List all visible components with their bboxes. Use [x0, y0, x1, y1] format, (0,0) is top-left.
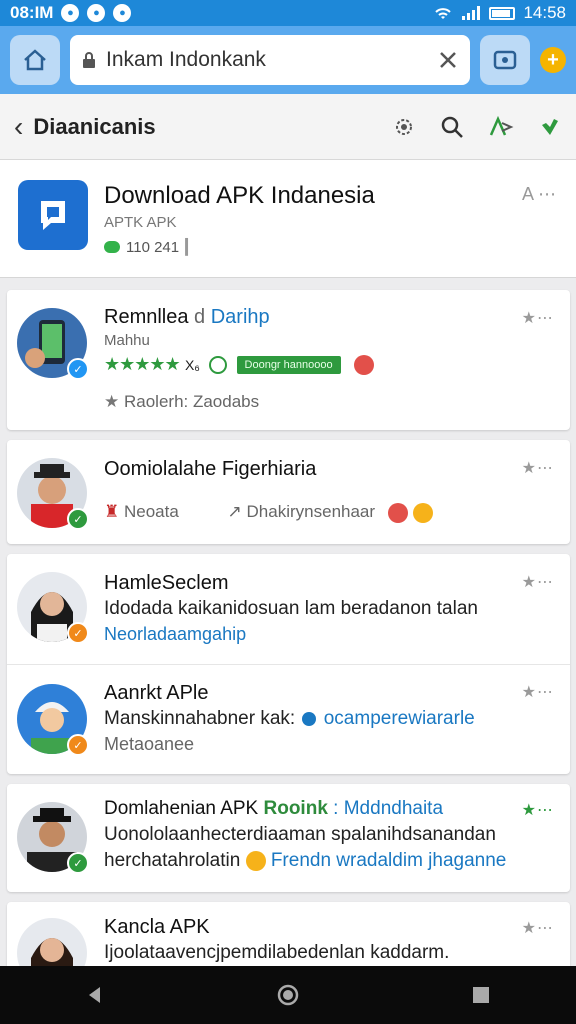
status-time: 08:IM — [10, 3, 54, 22]
emoji-icon — [387, 502, 408, 523]
download-icon — [104, 241, 120, 253]
item-title: Aanrkt APle — [104, 682, 209, 704]
verified-icon: ✓ — [67, 358, 89, 380]
item-menu-button[interactable]: ★⋯ — [522, 308, 554, 328]
item-menu-button[interactable]: ★⋯ — [522, 682, 554, 702]
status-clock: 14:58 — [523, 3, 566, 22]
verified-icon: ✓ — [67, 508, 89, 530]
wifi-icon — [435, 8, 452, 19]
emoji-icon — [245, 850, 266, 871]
back-arrow-icon[interactable]: ‹ — [14, 111, 23, 143]
item-subtitle: Mahhu — [104, 332, 150, 349]
avatar — [17, 918, 87, 966]
list-item[interactable]: ✓ HamleSeclem Idodada kaikanidosuan lam … — [7, 554, 570, 664]
emoji-icon — [353, 354, 374, 375]
page-title: Diaanicanis — [33, 113, 156, 139]
list-group: ✓ HamleSeclem Idodada kaikanidosuan lam … — [7, 554, 570, 774]
item-description: Idodada kaikanidosuan lam beradanon tala… — [104, 598, 478, 619]
item-menu-button[interactable]: ★⋯ — [522, 458, 554, 478]
notification-icon: ● — [87, 4, 106, 22]
battery-icon — [489, 6, 516, 20]
pin-icon: ♜ — [104, 502, 120, 521]
signal-icon — [462, 6, 481, 20]
search-icon[interactable] — [440, 115, 464, 139]
header-menu-button[interactable]: A ⋯ — [522, 184, 556, 205]
share-icon[interactable] — [488, 115, 514, 139]
app-title: Download APK Indanesia — [104, 182, 375, 209]
emoji-icon — [412, 502, 433, 523]
item-title: Domlahenian APK Rooink : Mddndhaita — [104, 798, 444, 819]
app-header-card[interactable]: Download APK Indanesia APTK APK 110 241 … — [0, 160, 576, 278]
home-icon — [24, 49, 46, 71]
app-logo-icon — [18, 180, 88, 250]
rating-stars: ★★★★★ — [104, 354, 181, 374]
item-menu-button[interactable]: ★⋯ — [522, 800, 554, 820]
star-outline-icon: ★ — [104, 392, 120, 411]
status-bar: 08:IM ● ● ● 14:58 — [0, 0, 576, 26]
list-item[interactable]: Kancla APK Ijoolataavencjpemdilabedenlan… — [7, 902, 570, 966]
verified-icon: ✓ — [67, 734, 89, 756]
url-text: Inkam Indonkank — [106, 48, 266, 71]
system-nav-bar — [0, 966, 576, 1024]
item-description: Uonololaanhecterdiaaman spalanihdsananda… — [104, 824, 496, 845]
download-count: 110 241 — [126, 238, 180, 256]
item-description: Ijoolataavencjpemdilabedenlan kaddarm. — [104, 942, 450, 963]
page-toolbar: ‹ Diaanicanis — [0, 94, 576, 160]
item-description: herchatahrolatin Frendn wradaldim jhagan… — [104, 850, 507, 871]
verified-icon: ✓ — [67, 852, 89, 874]
item-menu-button[interactable]: ★⋯ — [522, 572, 554, 592]
list-item[interactable]: ✓ Remnllea d Darihp Mahhu ★★★★★ X₆ Doong… — [7, 290, 570, 430]
lock-icon — [83, 52, 95, 68]
item-menu-button[interactable]: ★⋯ — [522, 918, 554, 938]
address-bar[interactable]: Inkam Indonkank — [70, 35, 470, 85]
rating-row: ★★★★★ X₆ Doongr hannoooo — [104, 354, 374, 376]
tabs-button[interactable] — [480, 35, 530, 85]
tabs-icon — [493, 50, 517, 70]
item-link[interactable]: Neorladaamgahip — [104, 624, 246, 645]
item-meta: ♜ Neoata ↗ Dhakirynsenhaar — [104, 502, 433, 523]
item-description: Manskinnahabner kak: ocamperewiararle — [104, 708, 475, 729]
check-circle-icon — [209, 355, 228, 374]
item-meta: Metaoanee — [104, 734, 195, 754]
verified-icon: ✓ — [67, 622, 89, 644]
notification-icon: ● — [113, 4, 132, 22]
clear-url-icon[interactable] — [438, 50, 458, 70]
list-item[interactable]: ✓ Aanrkt APle Manskinnahabner kak: ocamp… — [7, 664, 570, 774]
home-button[interactable] — [10, 35, 60, 85]
status-badge: Doongr hannoooo — [236, 355, 341, 374]
settings-icon[interactable] — [392, 115, 416, 139]
item-title: Kancla APK — [104, 916, 210, 938]
nav-home-icon[interactable] — [276, 983, 300, 1007]
list-item[interactable]: ✓ Domlahenian APK Rooink : Mddndhaita Uo… — [7, 784, 570, 892]
item-title: HamleSeclem — [104, 572, 229, 594]
notification-icon: ● — [61, 4, 80, 22]
nav-back-icon[interactable] — [85, 985, 105, 1005]
item-title: Oomiolalahe Figerhiaria — [104, 458, 317, 480]
leaf-icon[interactable] — [538, 115, 562, 139]
app-subtitle: APTK APK — [104, 214, 177, 231]
item-meta: ★ Raolerh: Zaodabs — [104, 392, 260, 411]
browser-bar: Inkam Indonkank + — [0, 26, 576, 94]
list-item[interactable]: ✓ Oomiolalahe Figerhiaria ♜ Neoata ↗ Dha… — [7, 440, 570, 544]
add-tab-icon[interactable]: + — [540, 47, 566, 73]
info-icon — [302, 711, 317, 726]
app-stats: 110 241 ▎ — [104, 238, 197, 256]
item-title: Remnllea d Darihp — [104, 306, 270, 328]
nav-recents-icon[interactable] — [471, 985, 491, 1005]
